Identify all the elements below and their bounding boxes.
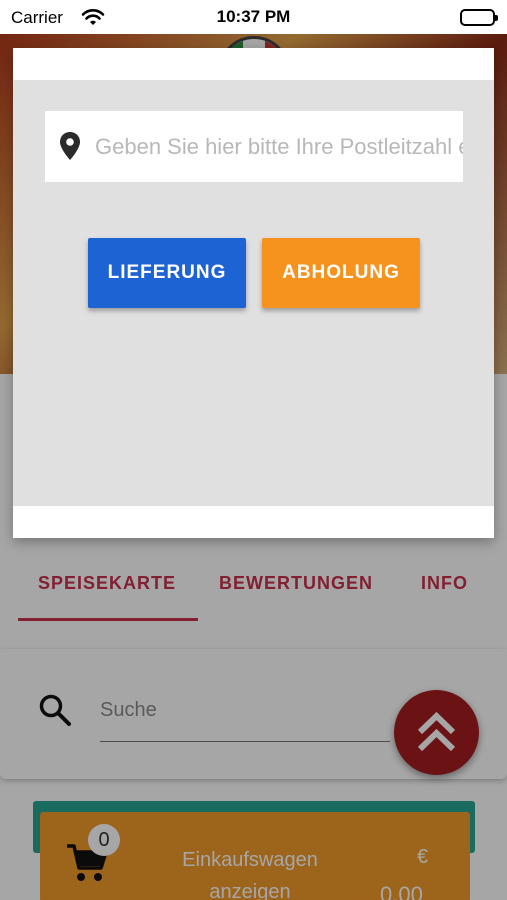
dialog-body: LIEFERUNG ABHOLUNG	[13, 80, 494, 506]
postal-code-field	[45, 111, 463, 182]
clock: 10:37 PM	[216, 7, 291, 26]
location-pin-icon	[59, 131, 81, 166]
postal-code-input[interactable]	[93, 111, 463, 182]
status-bar: Carrier 10:37 PM	[0, 0, 507, 34]
battery-icon	[460, 9, 498, 26]
delivery-button[interactable]: LIEFERUNG	[88, 238, 246, 308]
pickup-button[interactable]: ABHOLUNG	[262, 238, 420, 308]
order-type-dialog: LIEFERUNG ABHOLUNG	[13, 48, 494, 538]
